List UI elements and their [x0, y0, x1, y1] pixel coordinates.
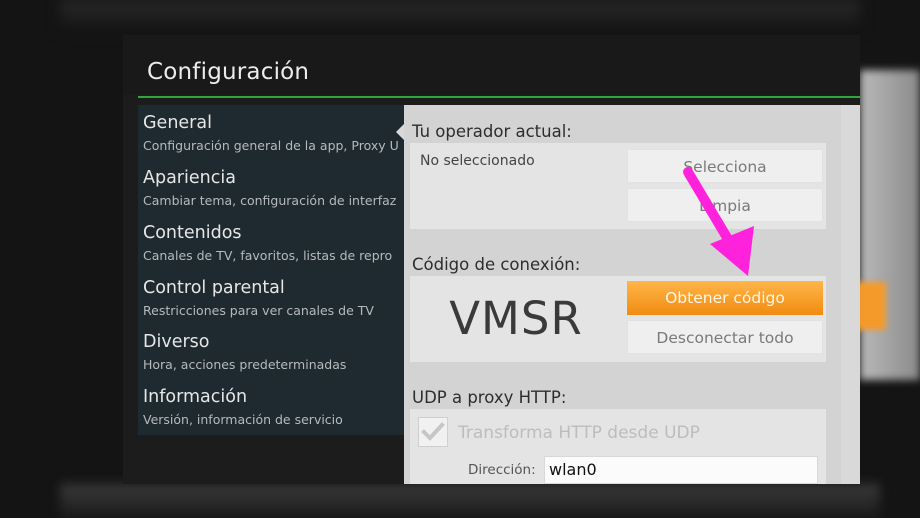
operator-value: No seleccionado [420, 153, 535, 169]
sidebar-item-apariencia[interactable]: Apariencia Cambiar tema, configuración d… [143, 167, 399, 209]
sidebar-item-description: Hora, acciones predeterminadas [143, 357, 347, 372]
udp-section-title: UDP a proxy HTTP: [412, 388, 567, 407]
transform-checkbox[interactable] [418, 417, 448, 447]
background-blur-orange [856, 282, 886, 330]
background-blur-top [60, 0, 860, 34]
sidebar-item-label: Contenidos [143, 223, 242, 243]
checkmark-icon [421, 422, 445, 441]
sidebar-item-label: Apariencia [143, 168, 236, 188]
connection-section-title: Código de conexión: [412, 255, 581, 274]
sidebar-item-label: Diverso [143, 332, 210, 352]
background-blur-bottom [60, 484, 880, 518]
sidebar-item-control-parental[interactable]: Control parental Restricciones para ver … [143, 277, 399, 319]
sidebar-item-general[interactable]: General Configuración general de la app,… [143, 112, 399, 154]
background-blur-right [860, 70, 920, 380]
get-code-button[interactable]: Obtener código [627, 281, 823, 315]
general-settings-panel: Tu operador actual: No seleccionado Sele… [404, 105, 860, 484]
sidebar-item-label: Control parental [143, 278, 285, 298]
connection-code: VMSR [449, 292, 583, 345]
sidebar-item-label: General [143, 113, 212, 133]
sidebar-item-description: Cambiar tema, configuración de interfaz [143, 193, 397, 208]
disconnect-all-button[interactable]: Desconectar todo [627, 320, 823, 354]
sidebar-item-description: Versión, información de servicio [143, 412, 343, 427]
page-title: Configuración [147, 59, 310, 85]
udp-box: Transforma HTTP desde UDP Dirección: wla… [410, 409, 826, 484]
sidebar-item-contenidos[interactable]: Contenidos Canales de TV, favoritos, lis… [143, 222, 399, 264]
connection-box: VMSR Obtener código Desconectar todo [410, 276, 826, 362]
transform-label: Transforma HTTP desde UDP [458, 423, 700, 443]
header: Configuración [123, 35, 860, 95]
sidebar-item-description: Configuración general de la app, Proxy U [143, 138, 399, 153]
operator-section-title: Tu operador actual: [412, 122, 572, 141]
sidebar-item-diverso[interactable]: Diverso Hora, acciones predeterminadas [143, 331, 399, 373]
annotation-arrow-icon [683, 167, 754, 276]
address-input[interactable]: wlan0 [544, 456, 818, 484]
header-divider [138, 96, 860, 98]
sidebar-item-label: Información [143, 387, 248, 407]
panel-right-edge [841, 105, 860, 484]
sidebar-item-informacion[interactable]: Información Versión, información de serv… [143, 386, 399, 428]
address-label: Dirección: [468, 462, 536, 478]
sidebar: General Configuración general de la app,… [138, 105, 404, 435]
sidebar-item-description: Canales de TV, favoritos, listas de repr… [143, 248, 393, 263]
sidebar-item-description: Restricciones para ver canales de TV [143, 303, 374, 318]
